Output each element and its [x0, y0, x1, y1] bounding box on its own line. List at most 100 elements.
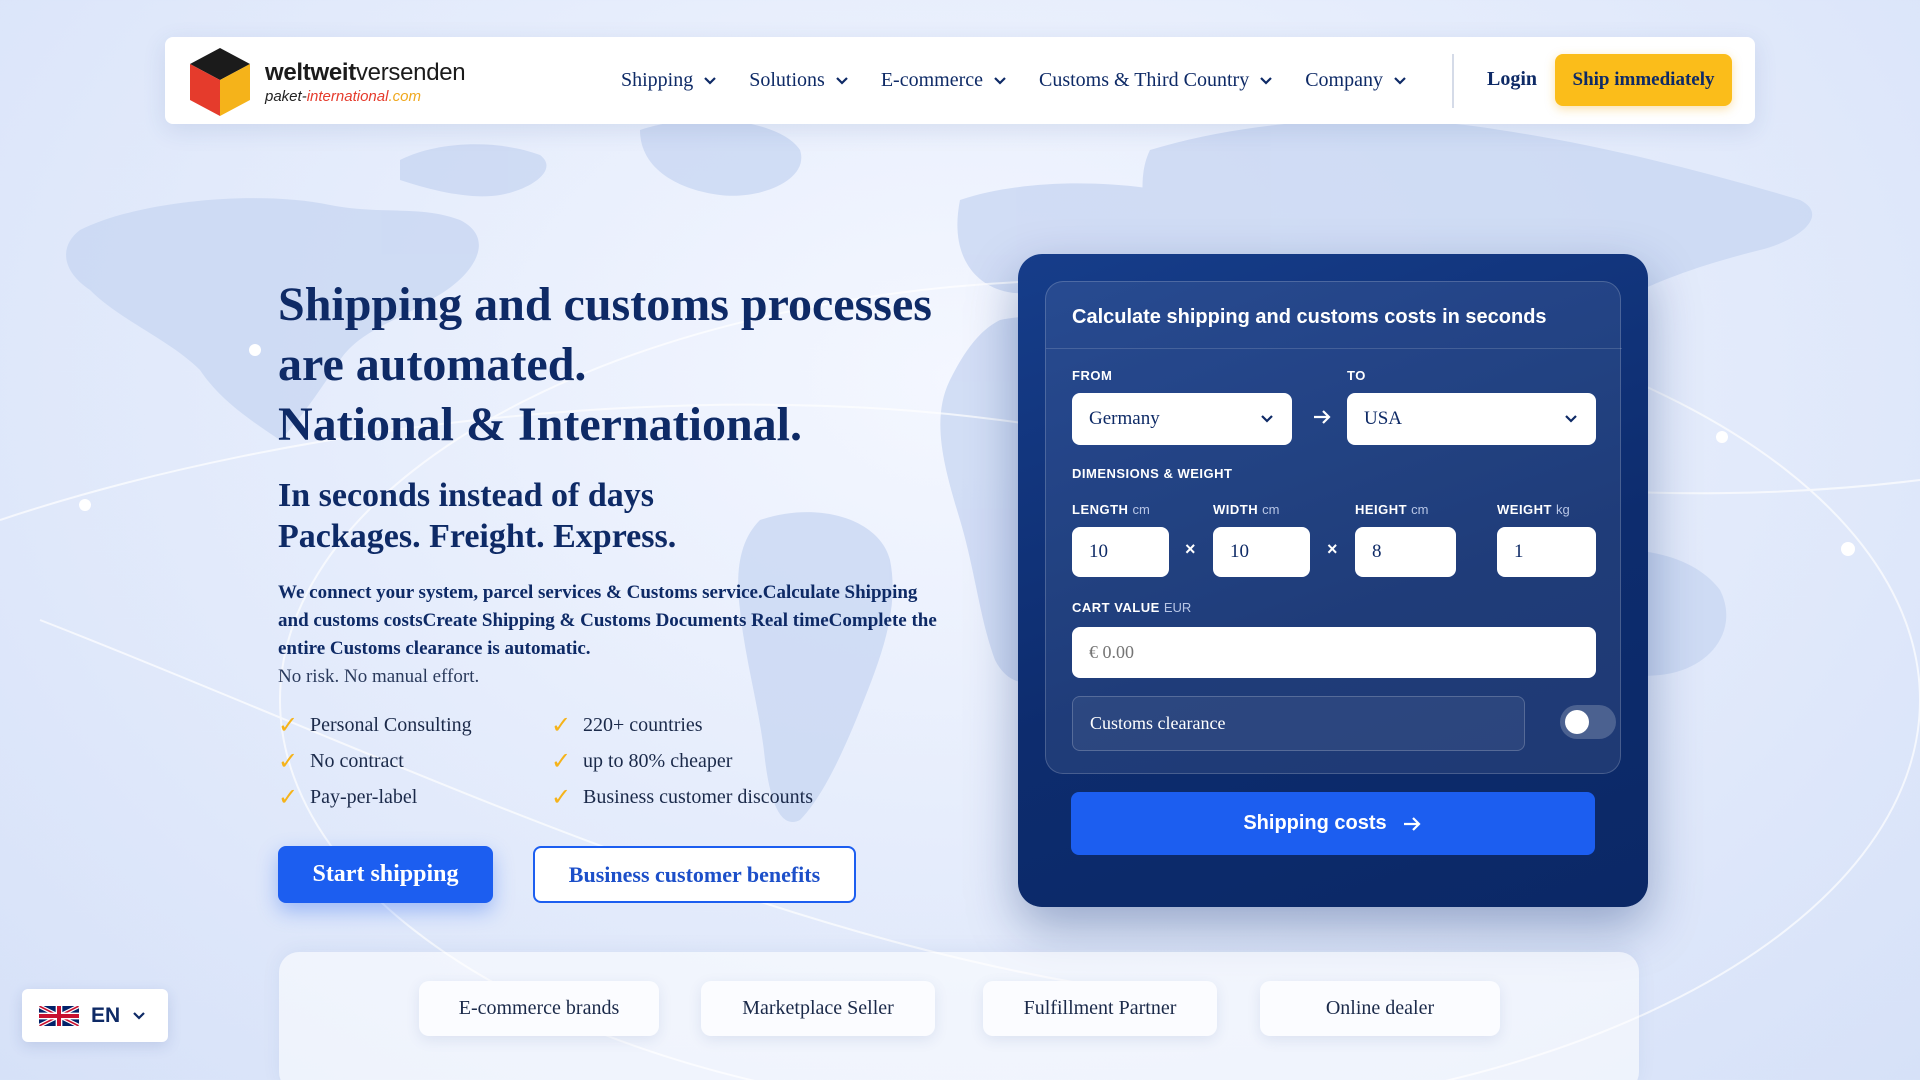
brand-name-regular: versenden: [355, 59, 466, 86]
length-input[interactable]: [1072, 527, 1169, 577]
weight-input[interactable]: [1497, 527, 1596, 577]
feature-item: ✓ Personal Consulting: [278, 707, 472, 743]
cart-value-label: CART VALUE EUR: [1072, 600, 1192, 615]
nav-divider: [1452, 54, 1454, 108]
feature-label: Personal Consulting: [310, 713, 472, 736]
check-icon: ✓: [278, 711, 299, 739]
chevron-down-icon: [1261, 415, 1273, 423]
calculator-form: Calculate shipping and customs costs in …: [1045, 281, 1622, 774]
hero-subtitle: In seconds instead of days Packages. Fre…: [278, 475, 978, 557]
brand-name-bold: weltweit: [265, 59, 356, 86]
width-input[interactable]: [1213, 527, 1310, 577]
hero-description: We connect your system, parcel services …: [278, 579, 938, 691]
hero-title-line-2: are automated.: [278, 338, 587, 391]
width-label: WIDTH cm: [1213, 502, 1280, 517]
to-country-value: USA: [1364, 408, 1403, 429]
chevron-down-icon: [1260, 76, 1272, 85]
hero-description-normal: No risk. No manual effort.: [278, 666, 480, 687]
shipping-calculator: Calculate shipping and customs costs in …: [1018, 254, 1648, 907]
check-icon: ✓: [551, 747, 572, 775]
ship-immediately-button[interactable]: Ship immediately: [1555, 54, 1732, 106]
chevron-down-icon: [133, 1011, 145, 1020]
feature-item: ✓ Business customer discounts: [551, 779, 813, 815]
hero-subtitle-line-1: In seconds instead of days: [278, 477, 654, 514]
audience-chip-marketplace[interactable]: Marketplace Seller: [701, 981, 935, 1036]
brand-sub-prefix: paket-: [265, 88, 307, 105]
nav-item-label: Company: [1305, 69, 1383, 91]
feature-label: Pay-per-label: [310, 785, 418, 808]
feature-label: up to 80% cheaper: [583, 749, 733, 772]
audience-chip-ecommerce[interactable]: E-commerce brands: [419, 981, 659, 1036]
feature-item: ✓ 220+ countries: [551, 707, 813, 743]
hero-description-bold: We connect your system, parcel services …: [278, 582, 937, 659]
hero-title-line-1: Shipping and customs processes: [278, 278, 932, 331]
calculator-divider: [1046, 348, 1622, 349]
dimensions-weight-label: DIMENSIONS & WEIGHT: [1072, 466, 1233, 481]
chevron-down-icon: [836, 76, 848, 85]
hero-subtitle-line-2: Packages. Freight. Express.: [278, 518, 677, 555]
feature-label: Business customer discounts: [583, 785, 813, 808]
check-icon: ✓: [551, 783, 572, 811]
main-nav: Shipping Solutions E-commerce Customs & …: [621, 37, 1439, 124]
check-icon: ✓: [551, 711, 572, 739]
from-country-select[interactable]: Germany: [1072, 393, 1292, 445]
language-code: EN: [91, 1003, 121, 1027]
feature-item: ✓ No contract: [278, 743, 472, 779]
nav-item-ecommerce[interactable]: E-commerce: [881, 69, 1007, 92]
hero-title: Shipping and customs processes are autom…: [278, 275, 978, 455]
feature-list: ✓ Personal Consulting ✓ No contract ✓ Pay-p…: [278, 707, 878, 815]
shipping-costs-label: Shipping costs: [1243, 812, 1387, 834]
nav-item-label: Solutions: [749, 69, 825, 91]
length-label: LENGTH cm: [1072, 502, 1150, 517]
arrow-right-icon: [1314, 410, 1331, 424]
to-country-select[interactable]: USA: [1347, 393, 1596, 445]
nav-item-company[interactable]: Company: [1305, 69, 1407, 92]
multiply-icon: ×: [1185, 539, 1196, 559]
multiply-icon: ×: [1327, 539, 1338, 559]
feature-column-left: ✓ Personal Consulting ✓ No contract ✓ Pay-p…: [278, 707, 472, 815]
chevron-down-icon: [994, 76, 1006, 85]
audience-strip: E-commerce brands Marketplace Seller Ful…: [279, 952, 1639, 1080]
height-input[interactable]: [1355, 527, 1456, 577]
weight-label: WEIGHT kg: [1497, 502, 1570, 517]
from-label: FROM: [1072, 368, 1113, 383]
cube-logo-icon: [190, 48, 250, 116]
check-icon: ✓: [278, 747, 299, 775]
cart-value-input[interactable]: [1072, 627, 1596, 678]
brand-logo[interactable]: weltweitversenden paket-international.co…: [187, 46, 466, 118]
shipping-costs-button[interactable]: Shipping costs: [1071, 792, 1595, 855]
to-label: TO: [1347, 368, 1366, 383]
site-header: weltweitversenden paket-international.co…: [165, 37, 1755, 124]
customs-clearance-row: Customs clearance: [1072, 696, 1525, 751]
brand-sub-suffix: .com: [388, 88, 421, 105]
from-country-value: Germany: [1089, 408, 1160, 429]
feature-label: No contract: [310, 749, 404, 772]
nav-item-solutions[interactable]: Solutions: [749, 69, 849, 92]
customs-clearance-toggle[interactable]: [1560, 705, 1616, 739]
brand-sub-red: international: [306, 88, 389, 105]
feature-item: ✓ Pay-per-label: [278, 779, 472, 815]
chevron-down-icon: [1565, 415, 1577, 423]
login-link[interactable]: Login: [1487, 68, 1537, 91]
nav-item-shipping[interactable]: Shipping: [621, 69, 717, 92]
start-shipping-button[interactable]: Start shipping: [278, 846, 493, 903]
chevron-down-icon: [1394, 76, 1406, 85]
feature-label: 220+ countries: [583, 713, 703, 736]
check-icon: ✓: [278, 783, 299, 811]
customs-clearance-label: Customs clearance: [1090, 713, 1226, 733]
hero-title-line-3: National & International.: [278, 398, 803, 451]
business-benefits-button[interactable]: Business customer benefits: [533, 846, 856, 903]
audience-chip-fulfillment[interactable]: Fulfillment Partner: [983, 981, 1217, 1036]
feature-column-right: ✓ 220+ countries ✓ up to 80% cheaper ✓ Busi…: [551, 707, 813, 815]
language-selector[interactable]: EN: [22, 989, 168, 1042]
feature-item: ✓ up to 80% cheaper: [551, 743, 813, 779]
calculator-title: Calculate shipping and customs costs in …: [1072, 306, 1547, 328]
audience-chip-online-dealer[interactable]: Online dealer: [1260, 981, 1500, 1036]
uk-flag-icon: [39, 1005, 79, 1026]
nav-item-customs[interactable]: Customs & Third Country: [1039, 69, 1273, 92]
brand-wordmark: weltweitversenden paket-international.co…: [265, 59, 466, 105]
nav-item-label: E-commerce: [880, 69, 983, 91]
height-label: HEIGHT cm: [1355, 502, 1429, 517]
chevron-down-icon: [704, 76, 717, 85]
nav-item-label: Shipping: [621, 69, 694, 91]
